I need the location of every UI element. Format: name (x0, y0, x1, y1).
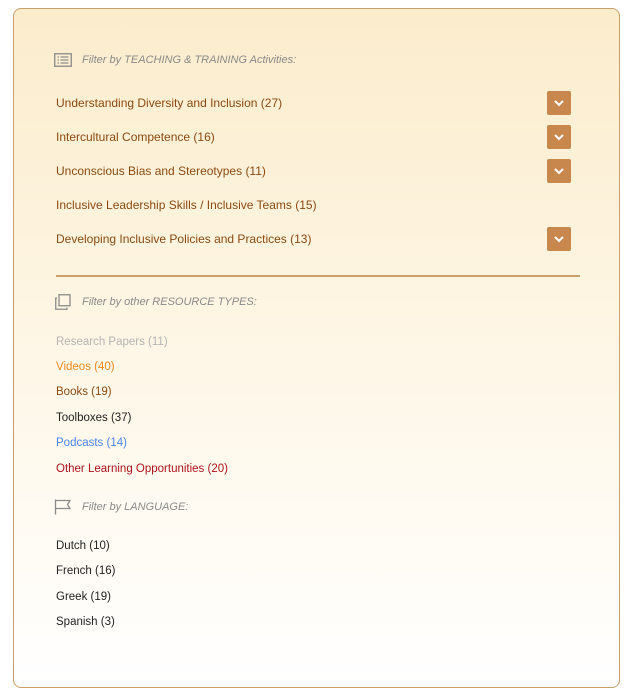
filter-panel: Filter by TEACHING & TRAINING Activities… (13, 8, 620, 688)
teaching-item[interactable]: Intercultural Competence (16) (56, 125, 571, 149)
chevron-down-icon[interactable] (547, 91, 571, 115)
resources-heading-text: Filter by other RESOURCE TYPES: (82, 296, 257, 308)
copy-icon (54, 294, 72, 310)
teaching-item-label[interactable]: Understanding Diversity and Inclusion (2… (56, 96, 282, 110)
teaching-section-heading: Filter by TEACHING & TRAINING Activities… (54, 52, 296, 68)
section-divider (56, 275, 580, 277)
resource-item[interactable]: Other Learning Opportunities (20) (56, 463, 228, 475)
teaching-heading-text: Filter by TEACHING & TRAINING Activities… (82, 54, 297, 66)
resource-item[interactable]: Toolboxes (37) (56, 412, 131, 424)
language-item[interactable]: French (16) (56, 565, 115, 577)
chevron-down-icon[interactable] (547, 227, 571, 251)
language-heading-text: Filter by LANGUAGE: (82, 501, 189, 513)
teaching-item-label[interactable]: Intercultural Competence (16) (56, 130, 215, 144)
teaching-item[interactable]: Unconscious Bias and Stereotypes (11) (56, 159, 571, 183)
language-section-heading: Filter by LANGUAGE: (54, 499, 188, 515)
resource-item[interactable]: Books (19) (56, 386, 112, 398)
teaching-item[interactable]: Inclusive Leadership Skills / Inclusive … (56, 193, 571, 217)
flag-icon (54, 499, 72, 515)
chevron-down-icon[interactable] (547, 125, 571, 149)
teaching-item-label[interactable]: Inclusive Leadership Skills / Inclusive … (56, 198, 317, 212)
resources-section-heading: Filter by other RESOURCE TYPES: (54, 294, 257, 310)
teaching-item[interactable]: Developing Inclusive Policies and Practi… (56, 227, 571, 251)
resource-item[interactable]: Videos (40) (56, 361, 115, 373)
resource-item[interactable]: Podcasts (14) (56, 437, 127, 449)
language-item[interactable]: Dutch (10) (56, 540, 110, 552)
resource-item[interactable]: Research Papers (11) (56, 336, 168, 348)
chevron-down-icon[interactable] (547, 159, 571, 183)
teaching-item-label[interactable]: Unconscious Bias and Stereotypes (11) (56, 164, 266, 178)
language-item[interactable]: Spanish (3) (56, 616, 115, 628)
teaching-item-label[interactable]: Developing Inclusive Policies and Practi… (56, 232, 311, 246)
teaching-item[interactable]: Understanding Diversity and Inclusion (2… (56, 91, 571, 115)
language-item[interactable]: Greek (19) (56, 591, 111, 603)
list-icon (54, 52, 72, 68)
